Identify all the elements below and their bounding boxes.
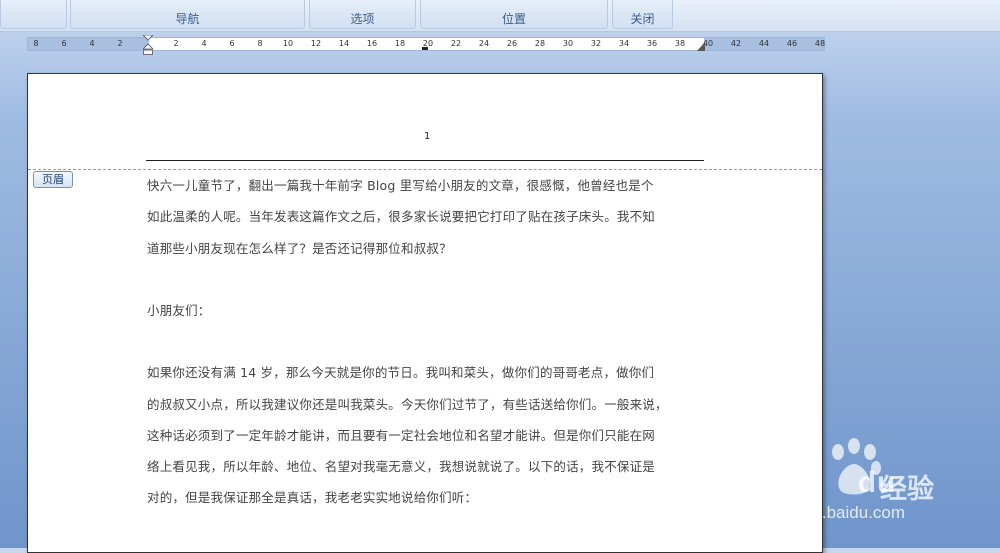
body-line[interactable]: 对的，但是我保证那全是真话，我老老实实地说给你们听： [147,482,707,513]
body-line[interactable]: 如此温柔的人呢。当年发表这篇作文之后，很多家长说要把它打印了贴在孩子床头。我不知 [147,201,707,232]
ruler-tick: 8 [257,39,263,48]
ruler-tick: 48 [814,39,826,48]
ruler-tick: 44 [758,39,770,48]
body-line[interactable]: 快六一儿童节了，翻出一篇我十年前字 Blog 里写给小朋友的文章，很感慨，他曾经… [147,170,707,201]
page-number: 1 [424,131,431,142]
indent-marker-icon[interactable] [143,35,153,55]
ribbon-group-position-label: 位置 [501,12,526,26]
ruler-tick: 16 [366,39,378,48]
ribbon-group-options-label: 选项 [350,12,375,26]
ruler-tick: 22 [450,39,462,48]
watermark-url: jingyan.baidu.com [768,503,906,522]
header-label-tab[interactable]: 页眉 [33,171,73,188]
ruler-tick: 42 [730,39,742,48]
ruler-tick: 2 [173,39,179,48]
body-line[interactable]: 道那些小朋友现在怎么样了？是否还记得那位和叔叔？ [147,233,707,264]
ruler-tick: 12 [310,39,322,48]
ruler-tick: 26 [506,39,518,48]
ribbon-group-navigation-label: 导航 [175,12,200,26]
body-line[interactable]: 络上看见我，所以年龄、地位、名望对我毫无意义，我想说就说了。以下的话，我不保证是 [147,451,707,482]
ribbon-group-close[interactable]: 关闭 [612,0,673,29]
ruler-tick: 18 [394,39,406,48]
ruler-tick: 38 [674,39,686,48]
header-underline [146,160,704,161]
watermark-brand: Bai du [768,466,897,499]
body-line-salutation[interactable]: 小朋友们： [147,295,707,326]
ribbon-group-position[interactable]: 位置 [420,0,608,29]
ruler-tick: 32 [590,39,602,48]
ribbon-group-left[interactable] [0,0,67,29]
ruler-tick: 4 [89,39,95,48]
ribbon-bar: 导航 选项 位置 关闭 [0,0,1000,32]
ruler-tick: 6 [229,39,235,48]
ruler-tick: 10 [282,39,294,48]
ruler-tick: 8 [33,39,39,48]
body-line[interactable]: 如果你还没有满 14 岁，那么今天就是你的节日。我叫和菜头，做你们的哥哥老点，做… [147,357,707,388]
ribbon-group-close-label: 关闭 [630,12,655,26]
center-tab-stop-icon[interactable] [422,47,428,50]
ruler-tick: 24 [478,39,490,48]
ruler-tick: 46 [786,39,798,48]
ruler-tick: 14 [338,39,350,48]
body-line[interactable]: 这种话必须到了一定年龄才能讲，而且要有一定社会地位和名望才能讲。但是你们只能在网 [147,420,707,451]
ruler-tick: 28 [534,39,546,48]
ruler-tick: 30 [562,39,574,48]
watermark-jingyan: 经验 [880,474,934,505]
ruler-tick: 6 [61,39,67,48]
ribbon-group-navigation[interactable]: 导航 [70,0,305,29]
body-line[interactable]: 的叔叔又小点，所以我建议你还是叫我菜头。今天你们过节了，有些话送给你们。一般来说… [147,389,707,420]
ruler-tick: 4 [201,39,207,48]
ruler-tick: 34 [618,39,630,48]
right-tab-stop-icon[interactable] [697,42,705,51]
ruler-tick: 36 [646,39,658,48]
ruler-tick: 2 [117,39,123,48]
ribbon-group-options[interactable]: 选项 [309,0,416,29]
